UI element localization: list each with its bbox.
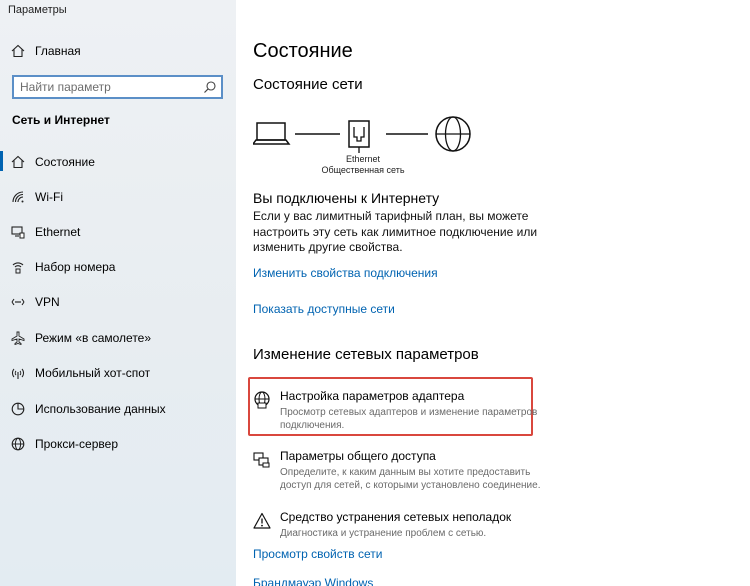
window-title: Параметры [8, 4, 67, 16]
sidebar-item-label: Состояние [35, 155, 95, 169]
sidebar-item-label: Ethernet [35, 225, 81, 239]
sidebar: Параметры Главная Сеть и Интернет Состоя… [0, 0, 236, 586]
main-content: Состояние Состояние сети Ethernet Общест… [236, 0, 750, 586]
option-title: Параметры общего доступа [280, 449, 436, 463]
network-name: Ethernet [345, 154, 381, 164]
sidebar-item-status[interactable]: Состояние [0, 147, 236, 177]
search-icon[interactable] [203, 80, 217, 94]
option-title: Средство устранения сетевых неполадок [280, 510, 512, 524]
sidebar-item-label: Использование данных [35, 402, 166, 416]
adapter-globe-icon [254, 391, 270, 409]
search-box[interactable] [12, 75, 223, 99]
sharing-icon [253, 452, 270, 468]
sharing-options[interactable]: Параметры общего доступа Определите, к к… [253, 449, 540, 491]
sidebar-item-dialup[interactable]: Набор номера [0, 252, 236, 282]
home-icon [11, 44, 25, 58]
sidebar-item-hotspot[interactable]: Мобильный хот-спот [0, 358, 236, 388]
ethernet-icon [11, 226, 25, 239]
nav-home[interactable]: Главная [0, 38, 236, 64]
sidebar-item-label: Режим «в самолете» [35, 331, 152, 345]
option-description: Определите, к каким данным вы хотите пре… [280, 467, 541, 491]
airplane-icon [11, 331, 25, 345]
home-status-icon [11, 155, 25, 169]
dialup-icon [12, 262, 24, 274]
sidebar-item-airplane[interactable]: Режим «в самолете» [0, 323, 236, 353]
network-status-title: Состояние сети [253, 76, 363, 93]
ethernet-port-icon [348, 120, 370, 148]
sidebar-item-label: Набор номера [35, 260, 116, 274]
search-input[interactable] [14, 77, 194, 97]
globe-icon [11, 437, 25, 451]
sidebar-item-data-usage[interactable]: Использование данных [0, 394, 236, 424]
sidebar-item-ethernet[interactable]: Ethernet [0, 217, 236, 247]
connected-description: Если у вас лимитный тарифный план, вы мо… [253, 209, 538, 254]
change-connection-properties-link[interactable]: Изменить свойства подключения [253, 266, 438, 280]
warning-icon [253, 512, 271, 529]
vpn-icon [11, 298, 25, 306]
network-type: Общественная сеть [321, 165, 405, 175]
sidebar-item-label: VPN [35, 295, 60, 309]
section-title: Сеть и Интернет [12, 113, 110, 127]
change-settings-title: Изменение сетевых параметров [253, 346, 479, 363]
nav-home-label: Главная [35, 44, 81, 58]
sidebar-item-label: Прокси-сервер [35, 437, 118, 451]
sidebar-item-proxy[interactable]: Прокси-сервер [0, 429, 236, 459]
wifi-icon [12, 191, 24, 203]
connected-title: Вы подключены к Интернету [253, 190, 440, 206]
sidebar-item-wifi[interactable]: Wi-Fi [0, 182, 236, 212]
data-usage-icon [11, 402, 25, 416]
option-description: Просмотр сетевых адаптеров и изменение п… [280, 407, 538, 431]
option-title: Настройка параметров адаптера [280, 389, 465, 403]
computer-icon [253, 122, 291, 145]
internet-globe-icon [435, 116, 471, 152]
windows-firewall-link[interactable]: Брандмауэр Windows [253, 576, 373, 586]
sidebar-item-label: Мобильный хот-спот [35, 366, 151, 380]
adapter-settings-option[interactable]: Настройка параметров адаптера Просмотр с… [253, 389, 537, 431]
show-available-networks-link[interactable]: Показать доступные сети [253, 302, 395, 316]
view-network-properties-link[interactable]: Просмотр свойств сети [253, 547, 382, 561]
sidebar-item-vpn[interactable]: VPN [0, 287, 236, 317]
troubleshooter-option[interactable]: Средство устранения сетевых неполадок Ди… [253, 510, 533, 540]
sidebar-item-label: Wi-Fi [35, 190, 63, 204]
option-description: Диагностика и устранение проблем с сетью… [280, 528, 487, 539]
hotspot-icon [12, 368, 24, 379]
page-title: Состояние [253, 40, 353, 62]
